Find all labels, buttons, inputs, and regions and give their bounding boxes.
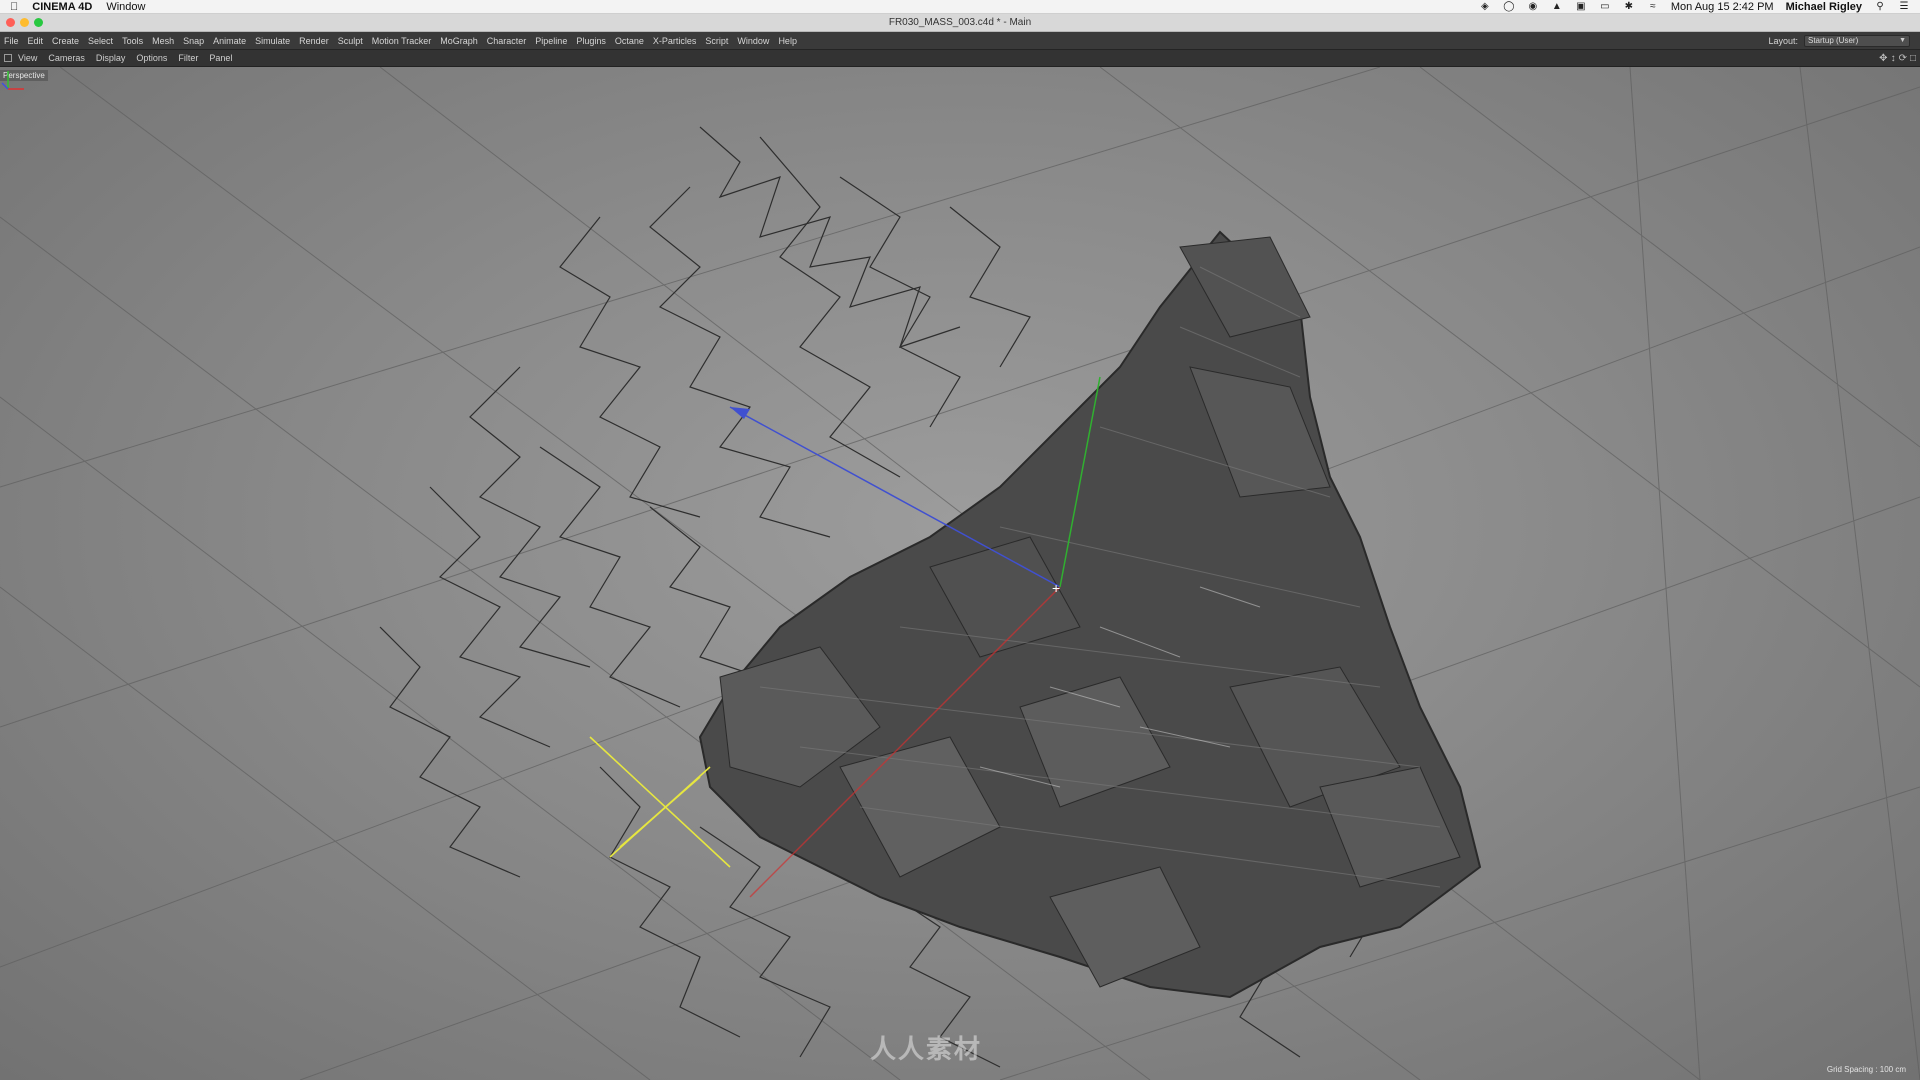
menu-create[interactable]: Create [52,36,79,46]
layout-value: Startup (User) [1808,36,1859,45]
menu-snap[interactable]: Snap [183,36,204,46]
view-menu-view[interactable]: View [18,53,37,63]
window-controls [6,18,43,27]
menu-motion-tracker[interactable]: Motion Tracker [372,36,432,46]
menu-plugins[interactable]: Plugins [576,36,606,46]
menu-script[interactable]: Script [705,36,728,46]
wifi-icon[interactable]: ≈ [1647,1,1659,12]
layout-area: Layout: Startup (User) ▼ [1768,34,1920,47]
menu-sculpt[interactable]: Sculpt [338,36,363,46]
view-menu-panel[interactable]: Panel [209,53,232,63]
menu-render[interactable]: Render [299,36,329,46]
panel-grid-icon[interactable] [4,54,12,62]
menu-animate[interactable]: Animate [213,36,246,46]
zoom-window-button[interactable] [34,18,43,27]
zoom-view-icon[interactable]: ↕ [1891,53,1896,64]
chevron-down-icon: ▼ [1899,37,1906,44]
viewport-menu-bar: View Cameras Display Options Filter Pane… [0,50,1920,67]
voxel-mass-object [698,230,1482,999]
window-title-bar: FR030_MASS_003.c4d * - Main [0,14,1920,32]
viewport-nav-tools: ✥ ↕ ⟳ □ [1879,53,1920,64]
nvidia-icon[interactable]: ▣ [1575,1,1587,12]
window-title: FR030_MASS_003.c4d * - Main [888,17,1032,28]
window-menu[interactable]: Window [106,1,145,13]
menu-help[interactable]: Help [778,36,797,46]
eye-icon[interactable]: ◉ [1527,1,1539,12]
layout-label: Layout: [1768,35,1798,46]
layout-dropdown[interactable]: Startup (User) ▼ [1804,34,1910,47]
menu-pipeline[interactable]: Pipeline [535,36,567,46]
user-name[interactable]: Michael Rigley [1786,1,1862,13]
clock[interactable]: Mon Aug 15 2:42 PM [1671,1,1774,13]
search-icon[interactable]: ⚲ [1874,1,1886,12]
menu-character[interactable]: Character [487,36,527,46]
macos-menu-bar:  CINEMA 4D Window ◈ ◯ ◉ ▲ ▣ ▭ ✱ ≈ Mon A… [0,0,1920,14]
viewport-scene: + [0,67,1920,1080]
view-menu-cameras[interactable]: Cameras [48,53,85,63]
menu-mograph[interactable]: MoGraph [440,36,478,46]
watermark: 人人素材 [870,1034,983,1064]
list-icon[interactable]: ☰ [1898,1,1910,12]
view-menu-filter[interactable]: Filter [178,53,198,63]
view-menu-options[interactable]: Options [136,53,167,63]
flame-icon[interactable]: ▲ [1551,1,1563,12]
bluetooth-icon[interactable]: ✱ [1623,1,1635,12]
perspective-viewport[interactable]: + Perspective 人人素材 Grid Spacing : 100 cm [0,67,1920,1080]
svg-text:+: + [1052,580,1060,596]
airplay-icon[interactable]: ▭ [1599,1,1611,12]
view-menu-display[interactable]: Display [96,53,126,63]
menu-select[interactable]: Select [88,36,113,46]
menu-x-particles[interactable]: X-Particles [653,36,697,46]
main-menu-bar: File Edit Create Select Tools Mesh Snap … [0,32,1920,50]
dropbox-icon[interactable]: ◈ [1479,1,1491,12]
grid-spacing-label: Grid Spacing : 100 cm [1826,1065,1906,1074]
bulb-icon[interactable]: ◯ [1503,1,1515,12]
menu-edit[interactable]: Edit [28,36,44,46]
app-menu[interactable]: CINEMA 4D [32,1,92,13]
maximize-view-icon[interactable]: □ [1910,53,1916,64]
menu-window[interactable]: Window [737,36,769,46]
menu-mesh[interactable]: Mesh [152,36,174,46]
menu-simulate[interactable]: Simulate [255,36,290,46]
menu-file[interactable]: File [4,36,19,46]
menu-tools[interactable]: Tools [122,36,143,46]
move-view-icon[interactable]: ✥ [1879,53,1887,64]
world-axis-icon [1,71,24,90]
minimize-window-button[interactable] [20,18,29,27]
rotate-view-icon[interactable]: ⟳ [1899,53,1907,64]
close-window-button[interactable] [6,18,15,27]
menu-octane[interactable]: Octane [615,36,644,46]
apple-icon[interactable]:  [10,1,18,13]
